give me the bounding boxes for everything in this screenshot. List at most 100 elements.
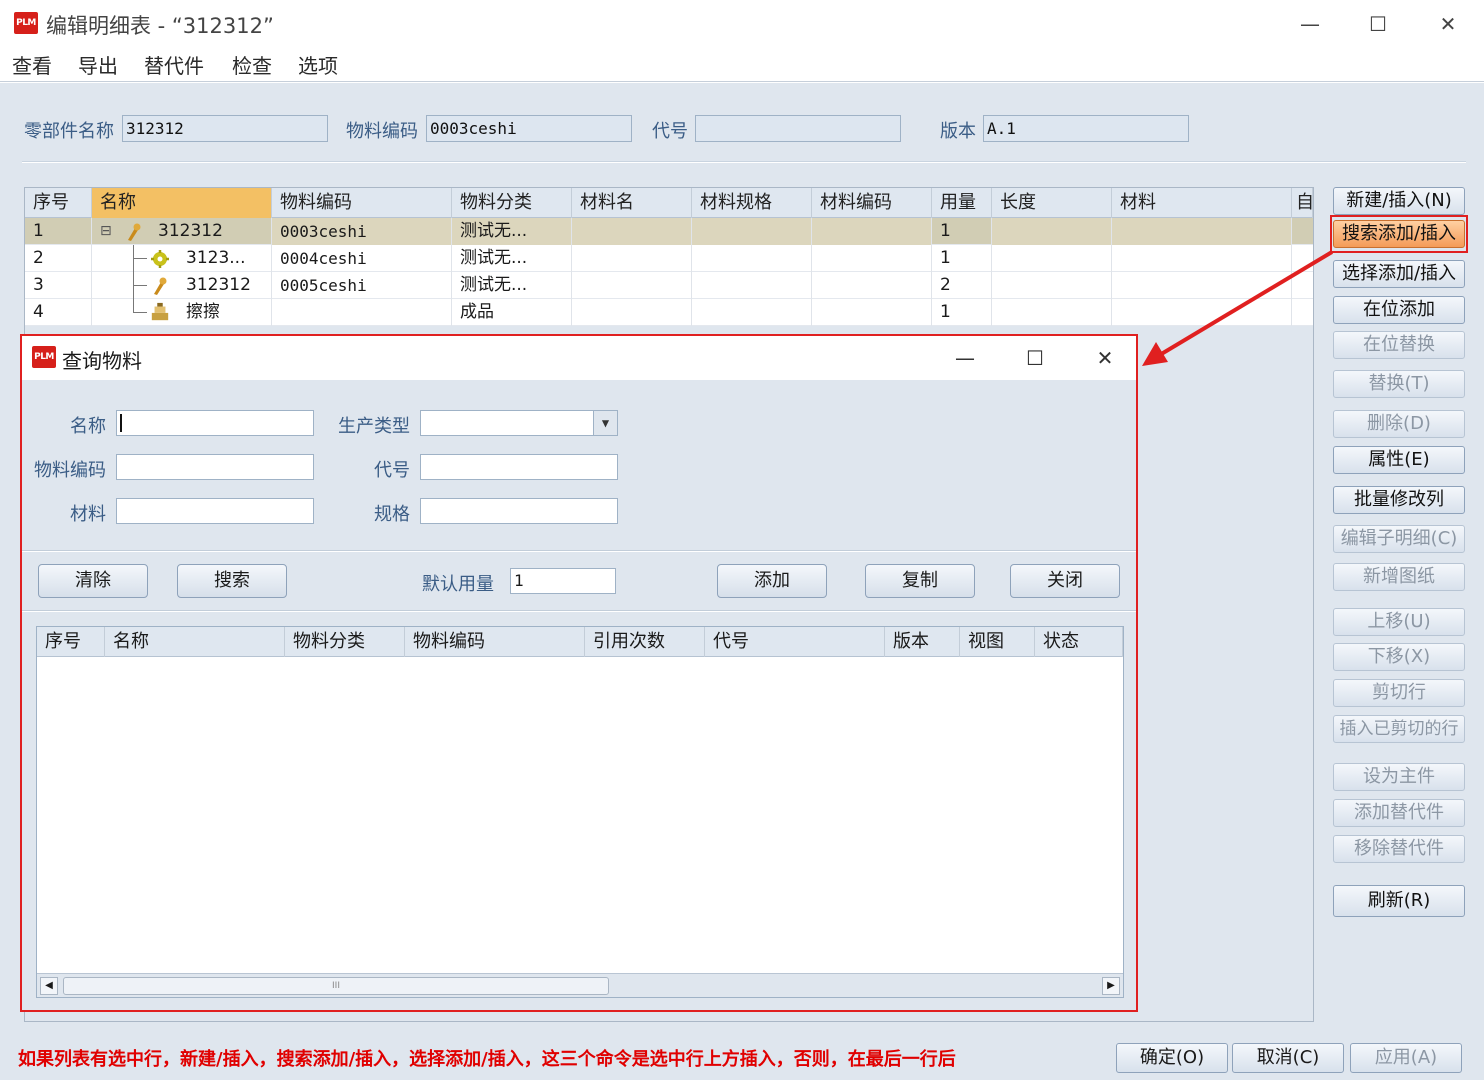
row-cell xyxy=(572,218,692,245)
batch-edit-column-button[interactable]: 批量修改列 xyxy=(1333,486,1465,514)
part-icon xyxy=(128,223,141,241)
material-input[interactable] xyxy=(116,498,314,524)
production-type-select[interactable]: ▼ xyxy=(420,410,618,436)
spec-input[interactable] xyxy=(420,498,618,524)
col-material-name[interactable]: 材料名 xyxy=(572,188,692,218)
paste-cut-row-button[interactable]: 插入已剪切的行 xyxy=(1333,715,1465,743)
menu-export[interactable]: 导出 xyxy=(78,50,118,79)
col-length[interactable]: 长度 xyxy=(992,188,1112,218)
close-button[interactable]: ✕ xyxy=(1430,10,1466,38)
menu-view[interactable]: 查看 xyxy=(12,50,52,79)
add-substitute-button[interactable]: 添加替代件 xyxy=(1333,799,1465,827)
delete-button[interactable]: 删除(D) xyxy=(1333,410,1465,438)
material-code-field[interactable]: 0003ceshi xyxy=(426,115,632,142)
in-place-add-button[interactable]: 在位添加 xyxy=(1333,296,1465,324)
replace-button[interactable]: 替换(T) xyxy=(1333,370,1465,398)
material-code-input[interactable] xyxy=(116,454,314,480)
remove-substitute-button[interactable]: 移除替代件 xyxy=(1333,835,1465,863)
refresh-button[interactable]: 刷新(R) xyxy=(1333,885,1465,917)
properties-button[interactable]: 属性(E) xyxy=(1333,446,1465,474)
default-qty-input[interactable]: 1 xyxy=(510,568,616,594)
version-field[interactable]: A.1 xyxy=(983,115,1189,142)
material-code-label: 物料编码 xyxy=(34,460,106,481)
row-name-cell: 312312 xyxy=(92,272,272,299)
apply-button[interactable]: 应用(A) xyxy=(1350,1043,1462,1073)
dialog-title: 查询物料 xyxy=(62,349,142,373)
menu-options[interactable]: 选项 xyxy=(298,50,338,79)
row-code: 0003ceshi xyxy=(272,218,452,245)
close-dialog-button[interactable]: 关闭 xyxy=(1010,564,1120,598)
col-seq[interactable]: 序号 xyxy=(25,188,92,218)
col-view[interactable]: 视图 xyxy=(960,627,1035,657)
col-qty[interactable]: 用量 xyxy=(932,188,992,218)
results-horizontal-scrollbar[interactable]: ◀ III ▶ xyxy=(37,973,1123,997)
move-up-button[interactable]: 上移(U) xyxy=(1333,608,1465,636)
scroll-left-icon[interactable]: ◀ xyxy=(40,977,58,995)
menu-check[interactable]: 检查 xyxy=(232,50,272,79)
col-name[interactable]: 名称 xyxy=(92,188,272,218)
clear-button[interactable]: 清除 xyxy=(38,564,148,598)
col-extra[interactable]: 自 xyxy=(1292,188,1313,218)
cut-row-button[interactable]: 剪切行 xyxy=(1333,679,1465,707)
row-cell xyxy=(992,272,1112,299)
col-material-code2[interactable]: 材料编码 xyxy=(812,188,932,218)
row-cell xyxy=(812,299,932,326)
code-label: 代号 xyxy=(374,460,410,481)
cancel-button[interactable]: 取消(C) xyxy=(1232,1043,1344,1073)
row-name-cell: 擦擦 xyxy=(92,299,272,326)
dialog-close-button[interactable]: ✕ xyxy=(1088,344,1122,372)
expand-toggle-icon[interactable]: ⊟ xyxy=(100,218,112,245)
scroll-right-icon[interactable]: ▶ xyxy=(1102,977,1120,995)
col-code[interactable]: 代号 xyxy=(705,627,885,657)
copy-button[interactable]: 复制 xyxy=(865,564,975,598)
in-place-replace-button[interactable]: 在位替换 xyxy=(1333,331,1465,359)
col-material[interactable]: 材料 xyxy=(1112,188,1292,218)
dialog-minimize-button[interactable]: — xyxy=(948,344,982,372)
row-seq: 3 xyxy=(25,272,92,299)
col-status[interactable]: 状态 xyxy=(1035,627,1123,657)
move-down-button[interactable]: 下移(X) xyxy=(1333,643,1465,671)
col-version[interactable]: 版本 xyxy=(885,627,960,657)
search-add-insert-button[interactable]: 搜索添加/插入 xyxy=(1333,220,1465,248)
new-insert-button[interactable]: 新建/插入(N) xyxy=(1333,187,1465,215)
row-name: 312312 xyxy=(186,275,251,295)
spec-label: 规格 xyxy=(374,504,410,525)
row-category: 测试无... xyxy=(452,245,572,272)
code-field[interactable] xyxy=(695,115,901,142)
menu-substitute[interactable]: 替代件 xyxy=(144,50,204,79)
code-input[interactable] xyxy=(420,454,618,480)
dialog-maximize-button[interactable]: ☐ xyxy=(1018,344,1052,372)
ok-button[interactable]: 确定(O) xyxy=(1116,1043,1228,1073)
name-input[interactable] xyxy=(116,410,314,436)
row-category: 测试无... xyxy=(452,218,572,245)
chevron-down-icon[interactable]: ▼ xyxy=(593,411,617,435)
table-row[interactable]: 3 312312 0005ceshi 测试无... 2 xyxy=(25,272,1313,299)
scroll-thumb[interactable]: III xyxy=(63,977,609,995)
add-button[interactable]: 添加 xyxy=(717,564,827,598)
part-icon xyxy=(154,277,167,295)
new-drawing-button[interactable]: 新增图纸 xyxy=(1333,563,1465,591)
col-name[interactable]: 名称 xyxy=(105,627,285,657)
table-row[interactable]: 4 擦擦 成品 1 xyxy=(25,299,1313,326)
table-row[interactable]: 1 ⊟ 312312 0003ceshi 测试无... 1 xyxy=(25,218,1313,245)
col-category[interactable]: 物料分类 xyxy=(452,188,572,218)
set-main-part-button[interactable]: 设为主件 xyxy=(1333,763,1465,791)
part-name-label: 零部件名称 xyxy=(24,121,114,142)
col-seq[interactable]: 序号 xyxy=(37,627,105,657)
row-qty: 1 xyxy=(932,218,992,245)
col-material-code[interactable]: 物料编码 xyxy=(405,627,585,657)
minimize-button[interactable]: — xyxy=(1292,10,1328,38)
col-category[interactable]: 物料分类 xyxy=(285,627,405,657)
row-cell xyxy=(692,218,812,245)
col-material-code[interactable]: 物料编码 xyxy=(272,188,452,218)
maximize-button[interactable]: ☐ xyxy=(1360,10,1396,38)
col-material-spec[interactable]: 材料规格 xyxy=(692,188,812,218)
select-add-insert-button[interactable]: 选择添加/插入 xyxy=(1333,260,1465,288)
production-type-label: 生产类型 xyxy=(338,416,410,437)
edit-sub-detail-button[interactable]: 编辑子明细(C) xyxy=(1333,525,1465,553)
table-row[interactable]: 2 3123... 0004ceshi 测试无... 1 xyxy=(25,245,1313,272)
part-name-field[interactable]: 312312 xyxy=(122,115,328,142)
gear-part-icon xyxy=(151,250,169,268)
search-button[interactable]: 搜索 xyxy=(177,564,287,598)
col-ref-count[interactable]: 引用次数 xyxy=(585,627,705,657)
